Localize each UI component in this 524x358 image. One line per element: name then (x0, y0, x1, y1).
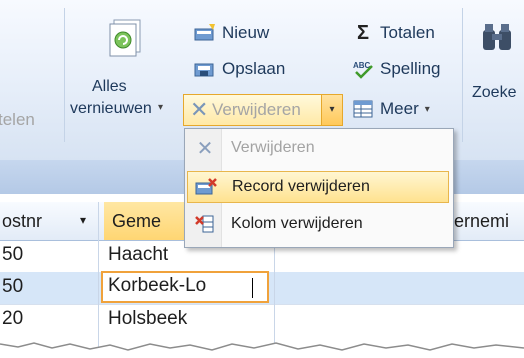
delete-label: Verwijderen (212, 100, 301, 119)
totals-label: Totalen (380, 23, 435, 42)
menu-item-delete-label: Verwijderen (231, 139, 315, 156)
totals-button[interactable]: Σ Totalen (352, 20, 435, 46)
column-separator (98, 202, 99, 358)
more-label: Meer (380, 99, 419, 118)
sigma-icon: Σ (356, 21, 369, 44)
find-label: Zoeke (472, 84, 517, 101)
table-grid-icon (352, 99, 374, 119)
spelling-label: Spelling (380, 59, 441, 78)
torn-edge-decoration (0, 342, 524, 358)
menu-item-delete-column-label: Kolom verwijderen (231, 215, 363, 232)
text-caret (252, 278, 253, 298)
spelling-button[interactable]: ABC Spelling (352, 56, 441, 82)
spelling-check-icon: ABC (352, 59, 374, 79)
more-chevron-down-icon: ▾ (424, 103, 430, 115)
cell-gemeente[interactable]: Korbeek-Lo (108, 275, 206, 297)
column-filter-chevron-icon[interactable]: ▾ (80, 213, 86, 227)
cell-postnr[interactable]: 50 (2, 244, 23, 266)
delete-dropdown-menu: ✕ Verwijderen Record verwijderen Kolom v… (184, 128, 454, 248)
refresh-all-label-line2: vernieuwen (70, 100, 152, 117)
cell-postnr[interactable]: 20 (2, 308, 23, 330)
gemeente-edit-field[interactable]: Korbeek-Lo (101, 271, 269, 303)
new-record-label: Nieuw (222, 23, 270, 42)
save-record-label: Opslaan (222, 59, 286, 78)
delete-column-icon (193, 212, 217, 236)
refresh-all-label-line1: Alles (92, 78, 127, 95)
menu-item-delete[interactable]: ✕ Verwijderen (187, 133, 449, 165)
menu-item-delete-column[interactable]: Kolom verwijderen (187, 209, 449, 241)
find-button[interactable]: Zoeke (468, 10, 524, 130)
table-row[interactable]: 20 Holsbeek (0, 304, 524, 336)
menu-item-delete-record-label: Record verwijderen (232, 178, 370, 195)
column-header-ondernemingen[interactable]: ernemi (454, 211, 509, 232)
menu-item-delete-record[interactable]: Record verwijderen (187, 171, 449, 203)
column-header-gemeente[interactable]: Geme (112, 211, 161, 232)
save-record-button[interactable]: Opslaan (194, 56, 285, 82)
x-icon: ✕ (196, 137, 214, 160)
new-record-icon (194, 23, 216, 43)
chevron-down-icon: ▾ (158, 102, 164, 113)
ribbon-group-separator (462, 8, 463, 142)
more-button[interactable]: Meer ▾ (352, 96, 430, 122)
cell-gemeente[interactable]: Holsbeek (108, 308, 187, 330)
binoculars-icon (483, 24, 511, 50)
column-header-postnr[interactable]: ostnr (2, 211, 42, 232)
ribbon-partial-label: telen (0, 110, 35, 129)
x-icon: ✕ (190, 97, 209, 122)
delete-record-icon (194, 175, 218, 199)
new-record-button[interactable]: Nieuw (194, 20, 269, 46)
delete-split-button[interactable]: ✕ Verwijderen ▾ (183, 94, 343, 126)
refresh-all-button[interactable]: Alles vernieuwen ▾ (66, 6, 176, 146)
refresh-all-icon (109, 19, 141, 57)
ribbon-group-separator (64, 8, 65, 142)
cell-gemeente[interactable]: Haacht (108, 244, 168, 266)
cell-postnr[interactable]: 50 (2, 276, 23, 298)
delete-dropdown-chevron-icon[interactable]: ▾ (321, 95, 342, 125)
save-icon (194, 59, 216, 79)
